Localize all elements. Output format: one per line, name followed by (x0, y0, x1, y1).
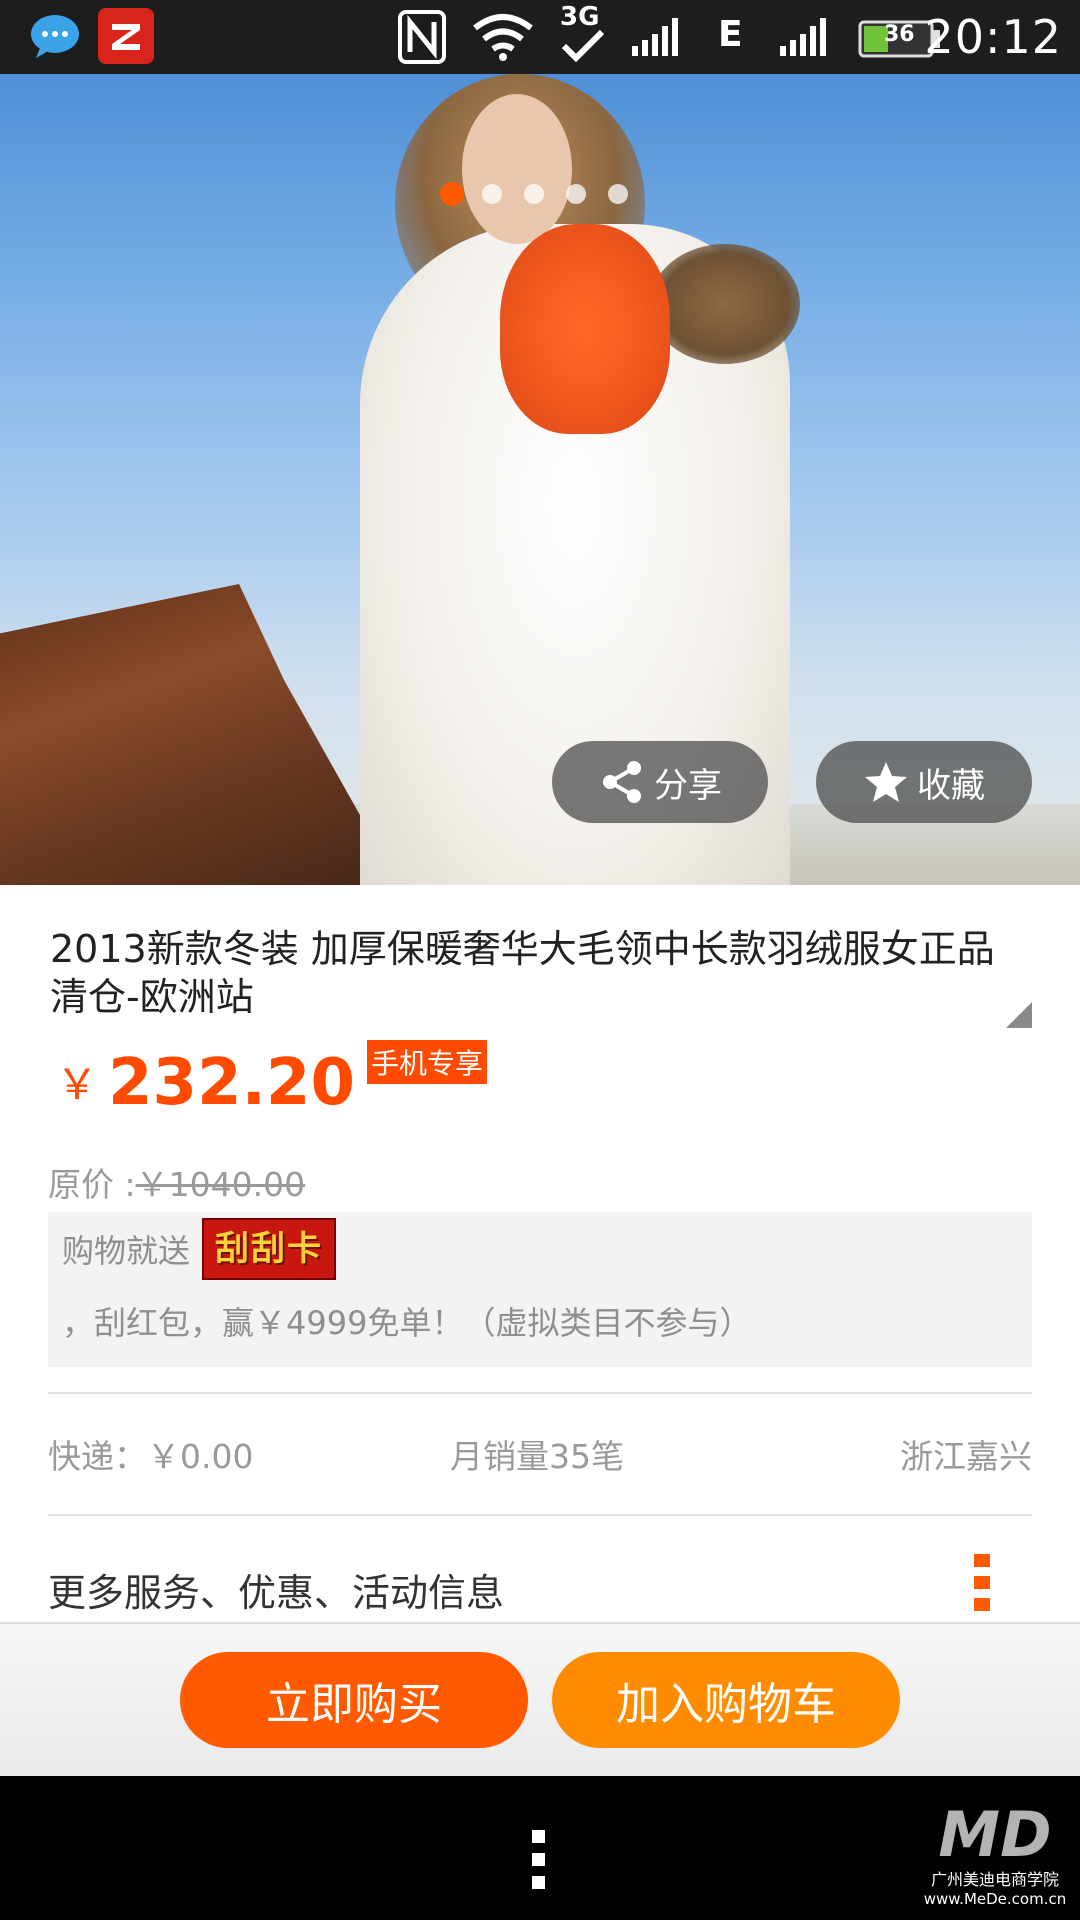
pagination-dot[interactable] (608, 184, 628, 204)
signal-icon (630, 16, 686, 62)
watermark-line1: 广州美迪电商学院 (930, 1870, 1059, 1889)
star-icon (865, 762, 907, 802)
share-label: 分享 (654, 765, 722, 806)
watermark: MD 广州美迪电商学院 www.MeDe.com.cn (910, 1800, 1080, 1920)
mobile-exclusive-badge: 手机专享 (366, 1040, 487, 1084)
menu-icon[interactable] (532, 1830, 546, 1899)
currency-symbol: ￥ (56, 1060, 99, 1109)
pagination-dot[interactable] (566, 184, 586, 204)
pagination-dot-active[interactable] (440, 182, 464, 206)
watermark-logo: MD (938, 1798, 1052, 1871)
promo-banner[interactable]: 购物就送 刮刮卡 ，刮红包，赢￥4999免单！（虚拟类目不参与） (48, 1212, 1032, 1367)
add-to-cart-button[interactable]: 加入购物车 (552, 1652, 900, 1748)
ship-from-location: 浙江嘉兴 (900, 1437, 1032, 1476)
wifi-icon (472, 12, 534, 66)
network-3g-label: 3G (560, 2, 600, 32)
more-options-icon[interactable] (974, 1554, 992, 1618)
signal-icon (778, 16, 840, 62)
z-app-icon (98, 8, 154, 68)
promo-text: ，刮红包，赢￥4999免单！（虚拟类目不参与） (62, 1304, 752, 1342)
chat-icon (28, 12, 82, 64)
product-image-gallery[interactable]: 分享 收藏 (0, 74, 1080, 885)
3g-icon: 3G (560, 4, 606, 64)
price-row: ￥ 232.20 手机专享 (56, 1040, 487, 1120)
product-title: 2013新款冬装 加厚保暖奢华大毛领中长款羽绒服女正品清仓-欧洲站 (50, 927, 995, 1019)
original-price-row: 原价 :￥1040.00 (48, 1158, 305, 1206)
favorite-button[interactable]: 收藏 (816, 741, 1032, 823)
shipping-fee: 快递：￥0.00 (48, 1437, 254, 1476)
status-bar: 3G E 36 20:12 (0, 0, 1080, 74)
share-button[interactable]: 分享 (552, 741, 768, 823)
favorite-label: 收藏 (917, 765, 985, 806)
promo-prefix: 购物就送 (62, 1232, 191, 1270)
model-scarf (500, 224, 670, 434)
battery-level: 36 (884, 22, 915, 47)
share-icon (603, 761, 641, 803)
nfc-icon (398, 10, 446, 68)
pagination-dot[interactable] (524, 184, 544, 204)
model-face (462, 94, 572, 244)
original-price-label: 原价 : (48, 1165, 136, 1204)
bottom-action-bar: 立即购买 加入购物车 (0, 1622, 1080, 1778)
monthly-sales: 月销量35笔 (450, 1437, 624, 1476)
clock: 20:12 (924, 10, 1062, 64)
buy-now-button[interactable]: 立即购买 (180, 1652, 528, 1748)
edge-icon: E (718, 14, 743, 55)
expand-corner-icon[interactable] (1006, 1002, 1032, 1028)
original-price: ￥1040.00 (135, 1165, 306, 1204)
pagination-dot[interactable] (482, 184, 502, 204)
more-info-link[interactable]: 更多服务、优惠、活动信息 (48, 1562, 504, 1617)
divider (48, 1392, 1032, 1394)
fur-collar (650, 244, 800, 364)
divider (48, 1514, 1032, 1516)
watermark-line2: www.MeDe.com.cn (923, 1890, 1067, 1908)
rusty-object (0, 584, 410, 885)
scratch-card-badge: 刮刮卡 (202, 1218, 337, 1280)
current-price: 232.20 (108, 1046, 355, 1120)
